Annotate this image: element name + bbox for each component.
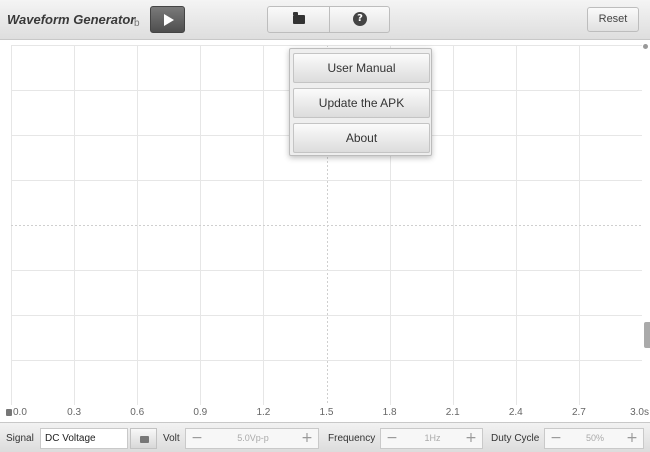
duty-cycle-increase-button[interactable]: + — [623, 429, 641, 448]
menu-item-about[interactable]: About — [293, 123, 430, 153]
menu-item-user-manual[interactable]: User Manual — [293, 53, 430, 83]
app-title: Waveform Generator — [7, 12, 136, 27]
frequency-value: 1Hz — [424, 433, 441, 443]
duty-cycle-stepper: − 50% + — [544, 428, 644, 449]
signal-select[interactable]: DC Voltage — [40, 428, 128, 449]
folder-icon — [140, 436, 149, 443]
help-icon: ? — [353, 12, 367, 26]
duty-cycle-label: Duty Cycle — [491, 433, 540, 444]
frequency-decrease-button[interactable]: − — [383, 429, 401, 448]
duty-cycle-value: 50% — [585, 433, 604, 443]
x-tick-label: 2.7 — [571, 407, 586, 418]
volt-value: 5.0Vp-p — [237, 433, 269, 443]
volt-label: Volt — [163, 433, 180, 444]
x-tick-label: 1.2 — [256, 407, 271, 418]
bottom-control-bar: Signal DC Voltage Volt − 5.0Vp-p + Frequ… — [0, 422, 650, 452]
help-button[interactable]: ? — [330, 7, 390, 32]
duty-cycle-decrease-button[interactable]: − — [547, 429, 565, 448]
file-help-group: ? — [267, 6, 390, 33]
help-dropdown-menu: User Manual Update the APK About — [289, 48, 432, 156]
x-tick-label: 0.9 — [193, 407, 208, 418]
open-file-button[interactable] — [268, 7, 329, 32]
x-axis-labels: 0.0 0.3 0.6 0.9 1.2 1.5 1.8 2.1 2.4 2.7 3.0s — [0, 407, 650, 419]
x-tick-label: 2.1 — [445, 407, 460, 418]
folder-icon — [293, 12, 305, 24]
volt-increase-button[interactable]: + — [298, 429, 316, 448]
frequency-label: Frequency — [328, 433, 376, 444]
x-tick-label: 0.6 — [130, 407, 145, 418]
title-suffix: b — [134, 18, 140, 29]
signal-folder-button[interactable] — [130, 428, 157, 449]
x-tick-label: 0.0 — [6, 407, 27, 418]
lock-icon — [6, 409, 12, 416]
play-icon — [164, 14, 174, 26]
x-tick-label: 2.4 — [508, 407, 523, 418]
reset-button[interactable]: Reset — [587, 7, 639, 32]
x-tick-label: 1.8 — [382, 407, 397, 418]
x-tick-label: 0.3 — [67, 407, 82, 418]
play-button[interactable] — [150, 6, 185, 33]
scroll-indicator-icon — [643, 44, 648, 49]
volt-stepper: − 5.0Vp-p + — [185, 428, 319, 449]
top-toolbar: Waveform Generator b ? Reset — [0, 0, 650, 40]
x-tick-label: 3.0s — [630, 407, 649, 418]
x-tick-label: 1.5 — [319, 407, 334, 418]
side-drawer-handle[interactable] — [644, 322, 650, 348]
frequency-stepper: − 1Hz + — [380, 428, 483, 449]
signal-label: Signal — [6, 433, 34, 444]
x-tick-text: 0.0 — [13, 407, 27, 418]
volt-decrease-button[interactable]: − — [188, 429, 206, 448]
frequency-increase-button[interactable]: + — [462, 429, 480, 448]
menu-item-update-apk[interactable]: Update the APK — [293, 88, 430, 118]
